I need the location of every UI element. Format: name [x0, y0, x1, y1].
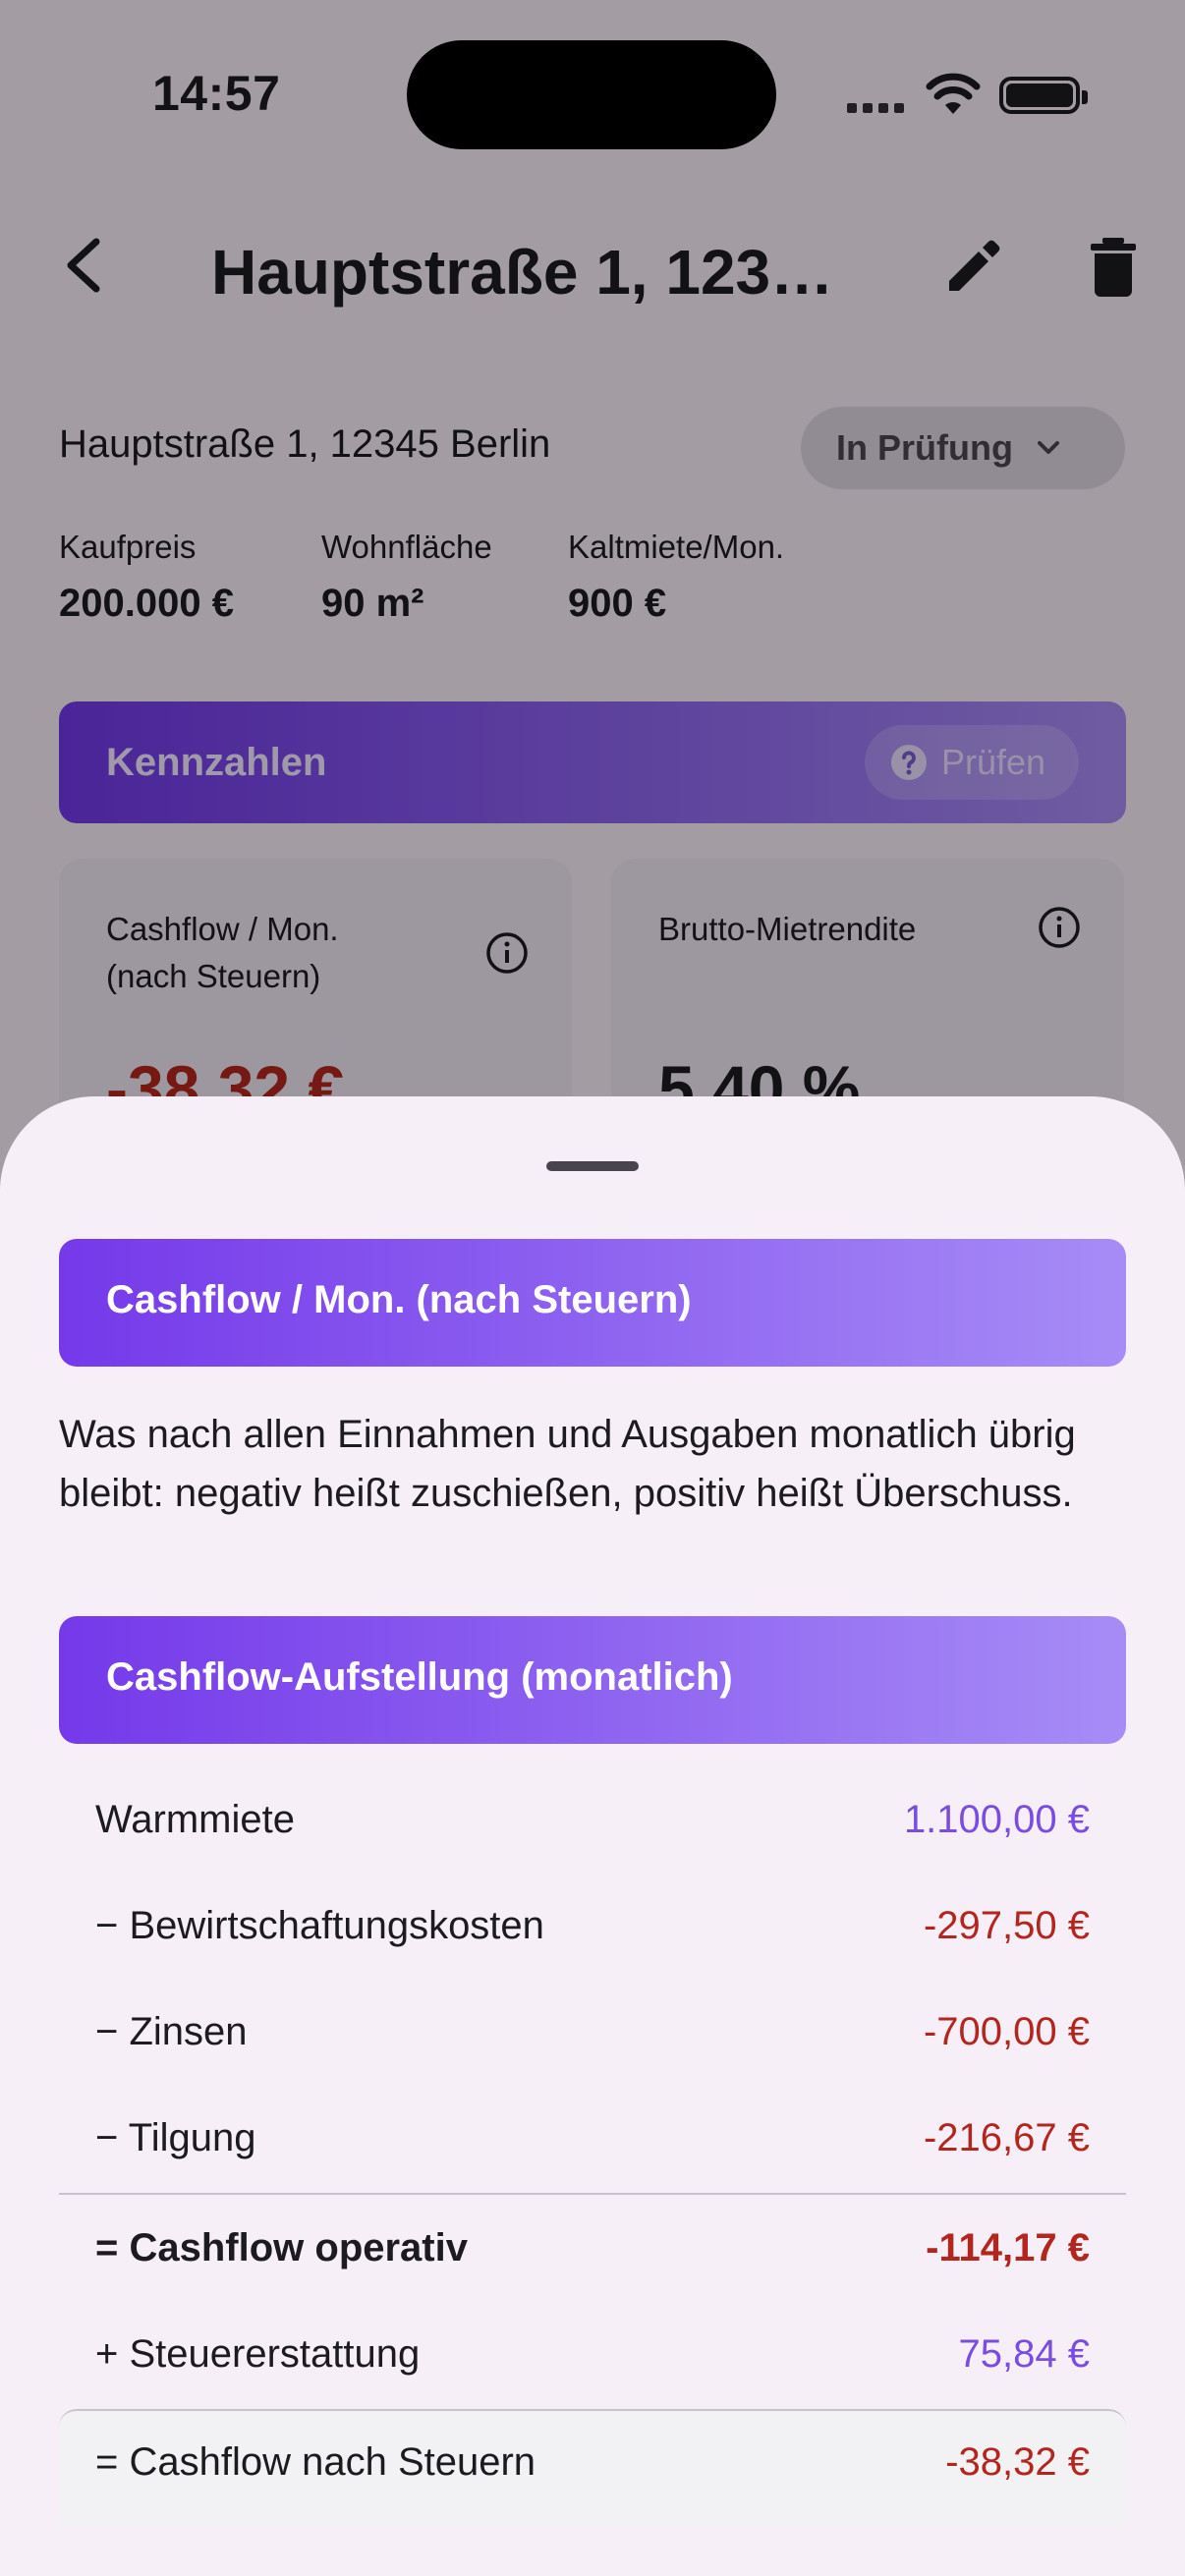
breakdown-row-operating-costs: − Bewirtschaftungskosten -297,50 € — [59, 1875, 1126, 1981]
sheet-title: Cashflow / Mon. (nach Steuern) — [59, 1239, 1126, 1367]
breakdown-row-warm-rent: Warmmiete 1.100,00 € — [59, 1768, 1126, 1875]
breakdown-title: Cashflow-Aufstellung (monatlich) — [59, 1616, 1126, 1744]
sheet-drag-handle[interactable] — [546, 1161, 639, 1171]
breakdown-row-operating-cashflow: = Cashflow operativ -114,17 € — [59, 2197, 1126, 2303]
row-label: − Zinsen — [95, 2010, 248, 2053]
row-label: = Cashflow nach Steuern — [95, 2440, 536, 2484]
breakdown-row-cashflow-after-tax: = Cashflow nach Steuern -38,32 € — [59, 2409, 1126, 2527]
row-value: -297,50 € — [923, 1904, 1090, 1947]
row-value: -700,00 € — [923, 2010, 1090, 2053]
row-label: = Cashflow operativ — [95, 2226, 468, 2269]
breakdown-row-interest: − Zinsen -700,00 € — [59, 1981, 1126, 2087]
sheet-description: Was nach allen Einnahmen und Ausgaben mo… — [59, 1413, 1076, 1515]
row-value: -114,17 € — [926, 2226, 1090, 2269]
breakdown-row-repayment: − Tilgung -216,67 € — [59, 2087, 1126, 2193]
row-label: − Tilgung — [95, 2116, 256, 2159]
row-value: -216,67 € — [923, 2116, 1090, 2159]
row-value: -38,32 € — [945, 2440, 1090, 2484]
info-bottom-sheet: Cashflow / Mon. (nach Steuern) Was nach … — [0, 1096, 1185, 2576]
row-value: 75,84 € — [958, 2332, 1090, 2376]
row-label: Warmmiete — [95, 1798, 295, 1841]
breakdown-row-tax-refund: + Steuererstattung 75,84 € — [59, 2303, 1126, 2409]
row-label: + Steuererstattung — [95, 2332, 421, 2376]
row-value: 1.100,00 € — [903, 1798, 1090, 1841]
row-label: − Bewirtschaftungskosten — [95, 1904, 544, 1947]
row-divider — [59, 2193, 1126, 2195]
